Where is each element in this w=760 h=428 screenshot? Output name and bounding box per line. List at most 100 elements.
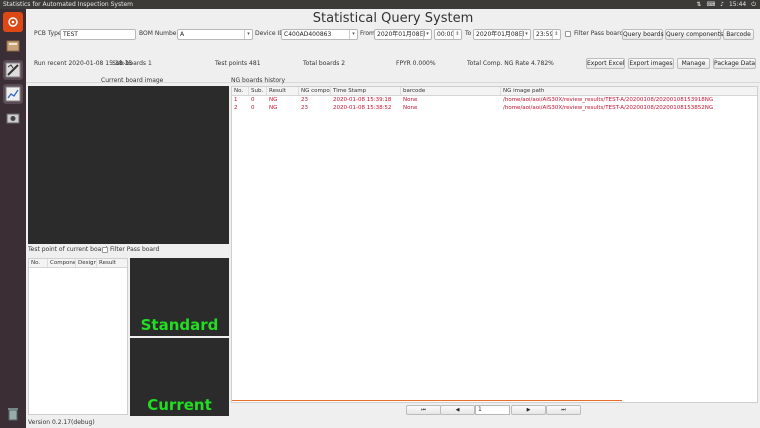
test-point-table-header: No. Compone Design Result [29, 259, 127, 268]
last-page-button[interactable]: ⏭ [546, 405, 581, 415]
cell-sub: 0 [251, 105, 255, 111]
filter-pass-board-checkbox[interactable] [102, 247, 108, 253]
next-page-button[interactable]: ▶ [511, 405, 546, 415]
cell-ng-components: 23 [301, 97, 308, 103]
export-excel-button[interactable]: Export Excel [586, 58, 625, 69]
from-date-value: 2020年01月08日 [377, 31, 426, 38]
home-icon[interactable] [3, 12, 23, 32]
fpyr: FPYR 0.000% [396, 60, 436, 67]
keyboard-icon[interactable]: ⌨ [706, 0, 715, 9]
test-point-table[interactable]: No. Compone Design Result [28, 258, 128, 415]
to-date-field[interactable]: 2020年01月08日 ▾ [473, 29, 531, 40]
sub-boards: Sub-boards 1 [112, 60, 152, 67]
ng-history-title: NG boards history [231, 77, 286, 84]
cell-ng-components: 23 [301, 105, 308, 111]
total-ng-rate: Total Comp. NG Rate 4.782% [467, 60, 554, 67]
column-header[interactable]: No. [29, 259, 48, 267]
from-label: From [360, 30, 375, 37]
camera-icon[interactable] [3, 108, 23, 128]
pcb-type-label: PCB Type [34, 30, 62, 37]
system-top-bar: Statistics for Automated Inspection Syst… [0, 0, 760, 9]
device-id-select[interactable]: C400AD400863 ▾ [281, 29, 358, 40]
cell-image-path: /home/aoi/aoi/AIS30X/review_results/TEST… [503, 105, 714, 111]
tools-icon[interactable] [3, 60, 23, 80]
to-date-value: 2020年01月08日 [476, 31, 525, 38]
cell-timestamp: 2020-01-08 15:39:18 [333, 97, 392, 103]
main-window: Statistical Query System PCB Type TEST B… [26, 9, 760, 428]
test-point-title: Test point of current board [28, 246, 108, 253]
test-points: Test points 481 [215, 60, 261, 67]
cell-result: NG [269, 97, 278, 103]
launcher [0, 9, 26, 428]
files-icon[interactable] [3, 36, 23, 56]
pcb-type-field[interactable]: TEST [60, 29, 136, 40]
chart-app-icon[interactable] [3, 84, 23, 104]
device-id-label: Device ID [255, 30, 284, 37]
horizontal-scrollbar[interactable] [232, 400, 622, 401]
page-number-input[interactable]: 1 [475, 405, 510, 415]
standard-image: Standard [130, 258, 229, 336]
ng-history-table[interactable]: No. Sub. Result NG compor Time Stamp bar… [231, 86, 758, 403]
cell-result: NG [269, 105, 278, 111]
barcode-button[interactable]: Barcode [723, 29, 754, 40]
filter-pass-checkbox[interactable] [565, 31, 571, 37]
spin-icon[interactable]: ⇕ [453, 30, 461, 39]
spin-icon[interactable]: ⇕ [552, 30, 560, 39]
filter-pass-board-label: Filter Pass board [110, 246, 160, 253]
network-icon[interactable]: ⇅ [696, 0, 701, 9]
package-data-button[interactable]: Package Data [713, 58, 756, 69]
to-time-value: 23:59 [536, 31, 554, 38]
column-header[interactable]: NG image path [501, 87, 757, 95]
window-title: Statistics for Automated Inspection Syst… [3, 1, 133, 8]
total-boards: Total boards 2 [303, 60, 346, 67]
bom-number-select[interactable]: A ▾ [177, 29, 253, 40]
column-header[interactable]: NG compor [299, 87, 331, 95]
table-row[interactable]: 1 0 NG 23 2020-01-08 15:39:18 None /home… [232, 96, 757, 104]
to-label: To [465, 30, 472, 37]
to-time-field[interactable]: 23:59 ⇕ [533, 29, 561, 40]
first-page-button[interactable]: ⏮ [406, 405, 441, 415]
from-time-value: 00:00 [437, 31, 455, 38]
from-date-field[interactable]: 2020年01月08日 ▾ [374, 29, 432, 40]
chevron-down-icon[interactable]: ▾ [423, 30, 431, 39]
ng-history-header: No. Sub. Result NG compor Time Stamp bar… [232, 87, 757, 96]
column-header[interactable]: Time Stamp [331, 87, 401, 95]
manage-button[interactable]: Manage [677, 58, 710, 69]
bom-number-label: BOM Number [139, 30, 179, 37]
trash-icon[interactable] [3, 404, 23, 424]
page-title: Statistical Query System [312, 11, 474, 26]
bom-number-value: A [180, 31, 185, 38]
chevron-down-icon[interactable]: ▾ [349, 30, 357, 39]
cell-barcode: None [403, 97, 418, 103]
export-images-button[interactable]: Export images [628, 58, 674, 69]
column-header[interactable]: Sub. [249, 87, 267, 95]
current-board-image-title: Current board image [101, 77, 164, 84]
power-icon[interactable]: ⏻ [751, 0, 756, 9]
column-header[interactable]: No. [232, 87, 249, 95]
current-board-image [28, 86, 229, 244]
cell-barcode: None [403, 105, 418, 111]
clock[interactable]: 15:44 [729, 0, 746, 9]
system-tray: ⇅ ⌨ ♪ 15:44 ⏻ [696, 0, 756, 9]
cell-image-path: /home/aoi/aoi/AIS30X/review_results/TEST… [503, 97, 714, 103]
from-time-field[interactable]: 00:00 ⇕ [434, 29, 462, 40]
column-header[interactable]: Result [267, 87, 299, 95]
cell-no: 2 [234, 105, 238, 111]
column-header[interactable]: Result [97, 259, 127, 267]
filter-pass-label: Filter Pass board [574, 30, 624, 37]
prev-page-button[interactable]: ◀ [440, 405, 475, 415]
chevron-down-icon[interactable]: ▾ [244, 30, 252, 39]
current-image: Current [130, 338, 229, 416]
chevron-down-icon[interactable]: ▾ [522, 30, 530, 39]
query-boards-button[interactable]: Query boards [622, 29, 664, 40]
device-id-value: C400AD400863 [284, 31, 332, 38]
table-row[interactable]: 2 0 NG 23 2020-01-08 15:38:52 None /home… [232, 104, 757, 112]
version-label: Version 0.2.17(debug) [28, 419, 95, 426]
column-header[interactable]: barcode [401, 87, 501, 95]
query-components-button[interactable]: Query components [665, 29, 723, 40]
column-header[interactable]: Compone [48, 259, 76, 267]
volume-icon[interactable]: ♪ [720, 0, 724, 9]
column-header[interactable]: Design [76, 259, 97, 267]
cell-no: 1 [234, 97, 238, 103]
cell-sub: 0 [251, 97, 255, 103]
